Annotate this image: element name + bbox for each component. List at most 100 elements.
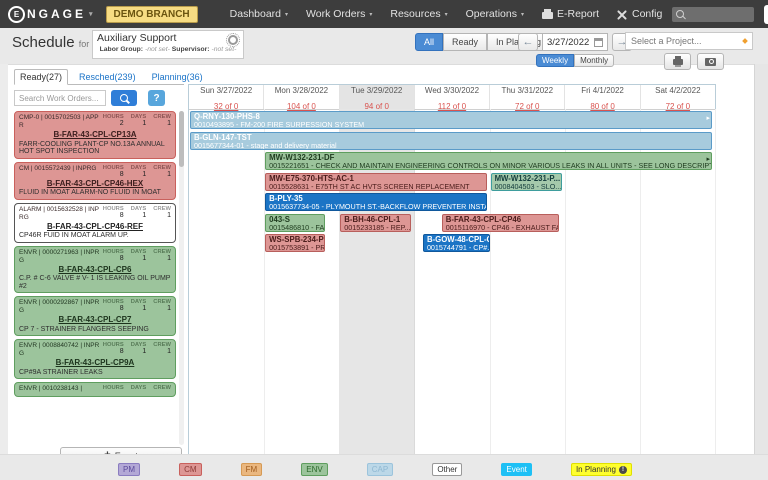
schedule-bar[interactable]: WS-SPB-234-PUR...0015753891 - PRE... [265, 234, 325, 252]
work-order-list: CMP-0 | 0015702503 | APPRHOURS2DAYS1CREW… [14, 111, 184, 445]
menu-item-operations[interactable]: Operations▾ [466, 8, 524, 20]
warning-icon: ! [619, 466, 627, 474]
work-order-card[interactable]: ALARM | 0015632528 | INPRGHOURS8DAYS1CRE… [14, 203, 176, 243]
help-button[interactable]: ? [148, 90, 165, 106]
card-col-days: DAYS1 [131, 249, 147, 265]
card-meta: ALARM | 0015632528 | INPRG [19, 206, 103, 222]
legend-label: In Planning [576, 465, 616, 474]
col-label: DAYS [131, 165, 147, 171]
card-meta: ENVR | 0010238143 | [19, 385, 103, 393]
view-button-weekly[interactable]: Weekly [536, 54, 574, 67]
schedule-bar[interactable]: B-BH-46-CPL-10015233185 - REP... [340, 214, 411, 232]
schedule-bar[interactable]: B-PLY-350015637734-05 - PLYMOUTH ST.-BAC… [265, 193, 486, 211]
work-order-search-input[interactable]: Search Work Orders... [14, 90, 106, 106]
card-col-days: DAYS1 [131, 299, 147, 315]
legend-chip-fm: FM [241, 463, 263, 476]
card-columns: HOURS8DAYS1CREW1 [103, 249, 171, 265]
work-order-link[interactable]: B-FAR-43-CPL-CP7 [19, 316, 171, 325]
card-head: ENVR | 0000271963 | INPRGHOURS8DAYS1CREW… [19, 249, 171, 265]
legend-chip-env: ENV [301, 463, 327, 476]
work-order-card[interactable]: CMP-0 | 0015702503 | APPRHOURS2DAYS1CREW… [14, 111, 176, 159]
work-order-card[interactable]: ENVR | 0000271963 | INPRGHOURS8DAYS1CREW… [14, 246, 176, 294]
branch-badge: DEMO BRANCH [106, 6, 198, 23]
col-label: DAYS [131, 206, 147, 212]
menu-item-dashboard[interactable]: Dashboard▾ [230, 8, 288, 20]
search-icon [676, 10, 684, 18]
app-logo[interactable]: ENGAGE ▾ [8, 6, 96, 23]
schedule-bar[interactable]: B-GLN-147-TST0015677344-01 - stage and d… [190, 132, 712, 150]
sidebar-tabs: Ready(27)Resched(239)Planning(36) [14, 66, 184, 84]
schedule-bar[interactable]: MW-W132-231-P...0008404503 - SLO... [491, 173, 562, 191]
col-label: DAYS [131, 249, 147, 255]
list-scrollbar[interactable] [179, 111, 184, 445]
legend-label: CM [184, 465, 196, 474]
day-header: Wed 3/30/2022112 of 0 [415, 85, 490, 109]
printer-icon [673, 59, 683, 65]
schedule-bar[interactable]: MW-E75-370-HTS-AC-10015528631 - E75TH ST… [265, 173, 486, 191]
bar-description: 0015116970 - CP46 - EXHAUST FAN 1 BELT .… [446, 224, 556, 232]
col-value: 1 [131, 212, 147, 220]
work-order-card[interactable]: ENVR | 0010238143 |HOURSDAYSCREW [14, 382, 176, 397]
col-value: 1 [131, 305, 147, 313]
col-label: CREW [153, 385, 171, 391]
work-order-link[interactable]: B-FAR-43-CPL-CP9A [19, 359, 171, 368]
work-order-link[interactable]: B-FAR-43-CPL-CP46-HEX [19, 180, 171, 189]
global-search-input[interactable] [672, 7, 754, 22]
user-avatar[interactable] [764, 5, 768, 24]
work-order-description: CP 7 - STRAINER FLANGERS SEEPING [19, 326, 171, 334]
snapshot-button[interactable] [697, 53, 724, 70]
work-order-card[interactable]: ENVR | 0000292867 | INPRGHOURS8DAYS1CREW… [14, 296, 176, 336]
menu-item-e-report[interactable]: E-Report [542, 8, 599, 20]
card-col-hours: HOURS8 [103, 299, 124, 315]
main-menu: Dashboard▾ Work Orders▾ Resources▾ Operatio… [230, 8, 663, 20]
view-button-monthly[interactable]: Monthly [574, 54, 614, 67]
work-order-link[interactable]: B-FAR-43-CPL-CP6 [19, 266, 171, 275]
tab-resched[interactable]: Resched(239) [74, 70, 141, 84]
work-order-link[interactable]: B-FAR-43-CPL-CP46-REF [19, 223, 171, 232]
schedule-bar[interactable]: MW-W132-231-DF0015221651 - CHECK AND MAI… [265, 152, 712, 170]
col-value: 1 [131, 255, 147, 263]
search-button[interactable] [111, 90, 137, 106]
work-order-link[interactable]: B-FAR-43-CPL-CP13A [19, 131, 171, 140]
col-value: 1 [131, 348, 147, 356]
schedule-bar[interactable]: Q-RNY-130-PHS-80010493895 - FM-200 FIRE … [190, 111, 712, 129]
schedule-bar[interactable]: B-GOW-48-CPL-C10015744791 - CP#... [423, 234, 490, 252]
schedule-toolbar: Schedule for Auxiliary Support Labor Gro… [0, 28, 768, 65]
project-select[interactable]: Select a Project... [625, 32, 753, 50]
menu-item-resources[interactable]: Resources▾ [390, 8, 447, 20]
menu-item-work-orders[interactable]: Work Orders▾ [306, 8, 372, 20]
filter-button-all[interactable]: All [415, 33, 443, 51]
schedule-page: ENGAGE ▾ DEMO BRANCH Dashboard▾ Work Orde… [0, 0, 768, 480]
day-label: Sat 4/2/2022 [641, 86, 715, 96]
work-order-card[interactable]: ENVR | 0008840742 | INPRGHOURS8DAYS1CREW… [14, 339, 176, 379]
project-placeholder: Select a Project... [631, 36, 743, 46]
card-col-hours: HOURS8 [103, 249, 124, 265]
card-head: ENVR | 0010238143 |HOURSDAYSCREW [19, 385, 171, 393]
col-value: 1 [153, 212, 171, 220]
previous-week-button[interactable]: ← [518, 33, 538, 51]
card-columns: HOURS8DAYS1CREW1 [103, 299, 171, 315]
chevron-down-icon: ▾ [369, 11, 372, 18]
date-picker[interactable]: 3/27/2022 [542, 33, 608, 51]
print-button[interactable] [664, 53, 691, 70]
gear-icon[interactable] [228, 35, 238, 45]
labor-group-selector[interactable]: Auxiliary Support Labor Group: -not set-… [92, 30, 244, 59]
schedule-bar[interactable]: 043-S0015486810 - FAR... [265, 214, 325, 232]
schedule-bar[interactable]: B-FAR-43-CPL-CP460015116970 - CP46 - EXH… [442, 214, 560, 232]
tab-ready[interactable]: Ready(27) [14, 69, 68, 85]
page-scrollbar[interactable] [754, 64, 768, 454]
col-value: 8 [103, 305, 124, 313]
menu-item-config[interactable]: Config [617, 8, 662, 20]
chevron-down-icon: ▾ [285, 11, 288, 18]
col-value: 8 [103, 212, 124, 220]
tab-planning[interactable]: Planning(36) [147, 70, 208, 84]
day-header: Sun 3/27/202232 of 0 [189, 85, 264, 109]
top-navigation-bar: ENGAGE ▾ DEMO BRANCH Dashboard▾ Work Orde… [0, 0, 768, 28]
col-value: 1 [153, 255, 171, 263]
work-order-description: FARR-COOLING PLANT-CP NO.13A ANNUAL HOT … [19, 141, 171, 156]
work-order-card[interactable]: CM | 0015572439 | INPRGHOURS8DAYS1CREW1B… [14, 162, 176, 200]
card-columns: HOURS8DAYS1CREW1 [103, 206, 171, 222]
filter-button-ready[interactable]: Ready [443, 33, 487, 51]
day-header: Mon 3/28/2022104 of 0 [264, 85, 339, 109]
calendar-icon[interactable] [594, 38, 603, 47]
